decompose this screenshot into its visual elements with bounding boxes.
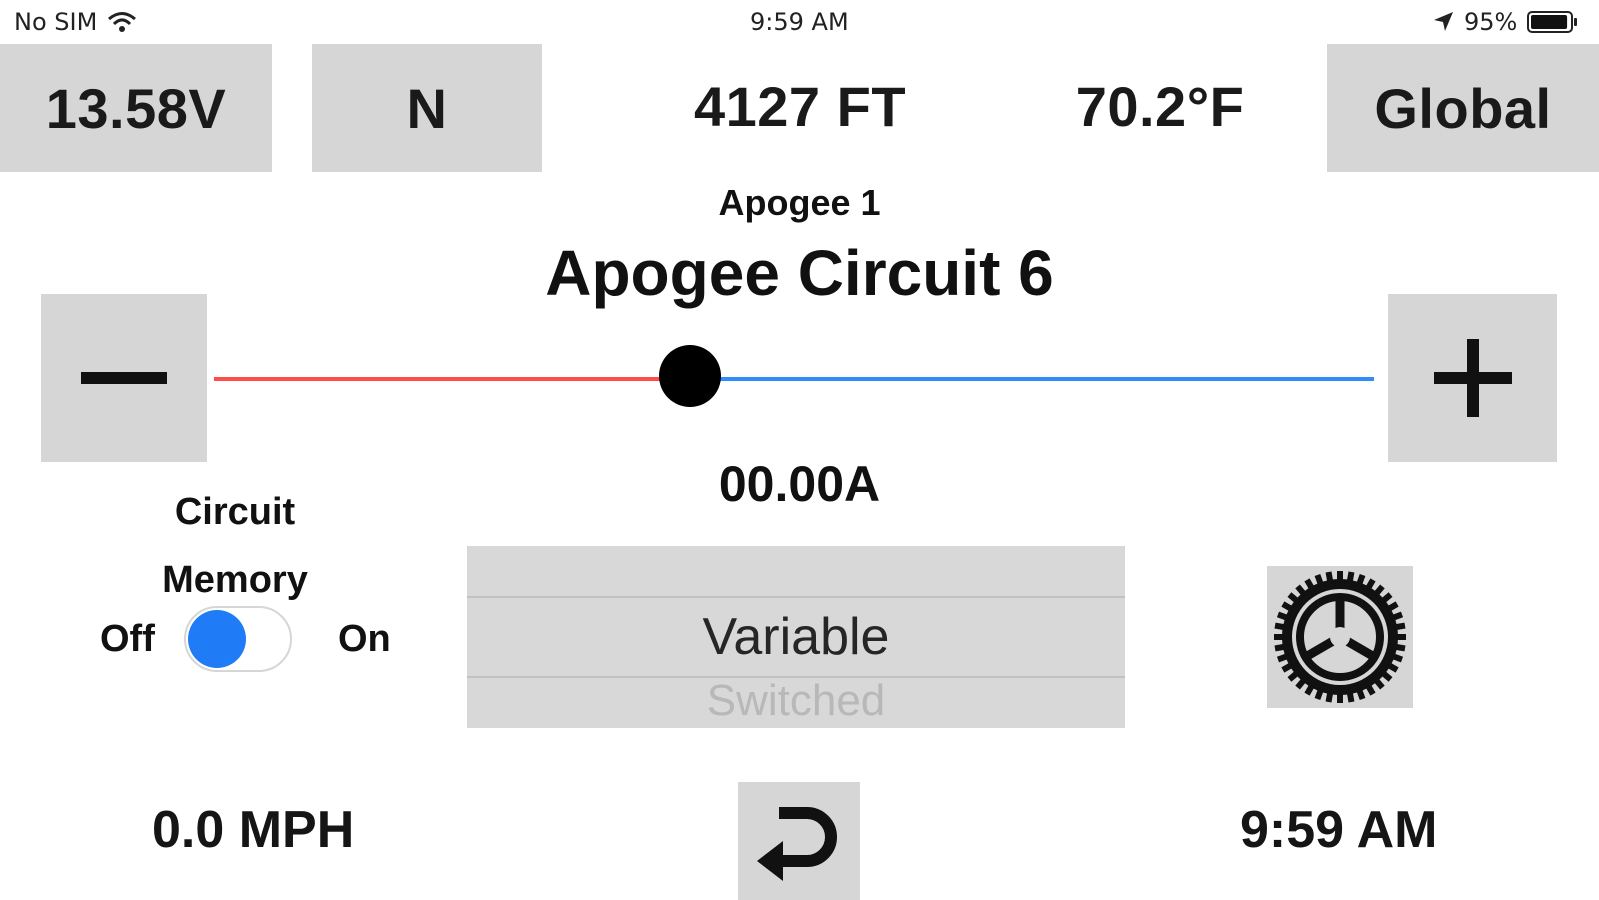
back-button[interactable] (738, 782, 860, 900)
global-button[interactable]: Global (1327, 44, 1599, 172)
status-carrier-group: No SIM (14, 8, 137, 36)
memory-label: Circuit Memory (150, 478, 320, 614)
memory-label-line2: Memory (162, 559, 308, 601)
voltage-value: 13.58V (45, 76, 227, 140)
circuit-slider[interactable] (214, 340, 1374, 410)
wifi-icon (107, 11, 137, 33)
altitude-readout: 4127 FT (693, 75, 907, 138)
settings-button[interactable] (1267, 566, 1413, 708)
decrease-button[interactable] (41, 294, 207, 462)
increase-button[interactable] (1388, 294, 1557, 462)
toggle-knob (188, 610, 246, 668)
global-label: Global (1374, 76, 1552, 140)
location-arrow-icon (1432, 11, 1454, 33)
circuit-title: Apogee Circuit 6 (545, 237, 1054, 309)
speed-readout: 0.0 MPH (152, 801, 355, 859)
carrier-label: No SIM (14, 8, 98, 36)
memory-off-label: Off (100, 618, 155, 660)
slider-track-max (689, 377, 1374, 381)
plus-icon (1430, 335, 1516, 421)
heading-button[interactable]: N (312, 44, 542, 172)
temperature-readout: 70.2°F (1075, 75, 1245, 138)
clock-readout: 9:59 AM (1240, 801, 1438, 859)
mode-picker[interactable]: Variable Switched (467, 546, 1125, 728)
minus-icon (79, 368, 169, 388)
picker-next-option[interactable]: Switched (467, 676, 1125, 726)
memory-toggle[interactable] (184, 606, 292, 672)
picker-selected-option[interactable]: Variable (467, 596, 1125, 678)
status-time: 9:59 AM (750, 8, 849, 36)
heading-value: N (406, 76, 448, 140)
return-arrow-icon (749, 791, 849, 891)
memory-label-line1: Circuit (174, 491, 296, 533)
battery-icon (1527, 10, 1579, 34)
gear-icon (1270, 567, 1410, 707)
memory-on-label: On (338, 618, 391, 660)
status-right-group: 95% (1432, 8, 1579, 36)
slider-thumb[interactable] (658, 345, 721, 407)
circuit-group-label: Apogee 1 (718, 182, 881, 223)
voltage-button[interactable]: 13.58V (0, 44, 272, 172)
battery-percent: 95% (1464, 8, 1518, 36)
slider-track-min (214, 377, 690, 381)
